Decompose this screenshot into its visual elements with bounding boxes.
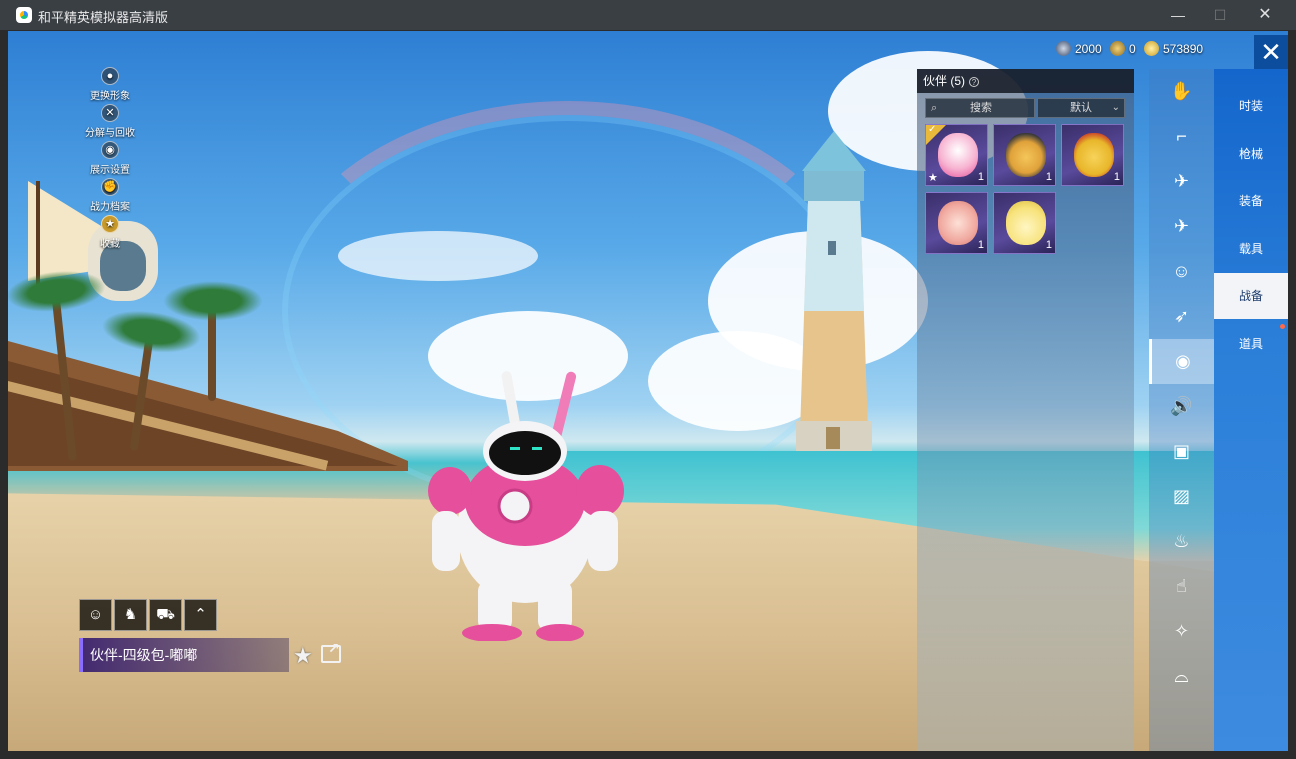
rail-hat-icon[interactable]: ⌓ [1149,654,1214,699]
tab-vehicles[interactable]: 载具 [1214,226,1288,272]
chevron-down-icon: ⌄ [1111,102,1120,113]
rail-drone-icon[interactable]: ✈ [1149,159,1214,204]
rail-glider-icon[interactable]: ➶ [1149,294,1214,339]
coin-icon [1056,41,1071,56]
user-icon: ● [101,67,119,85]
fist-icon: ✊ [101,178,119,196]
companion-thumbnail [1006,133,1046,177]
notification-dot [1280,324,1285,329]
display-settings-button[interactable]: ◉ 展示设置 [70,141,150,179]
rail-rifle-icon[interactable]: ⌐ [1149,114,1214,159]
share-icon[interactable] [321,640,341,663]
rail-speaker-icon[interactable]: 🔊 [1149,384,1214,429]
emote-button[interactable]: ☺ [79,599,112,631]
help-icon[interactable]: ? [969,77,980,87]
power-archive-button[interactable]: ✊ 战力档案 [70,178,150,216]
minimize-button[interactable]: — [1155,0,1201,30]
inventory-item-card[interactable]: 1 [1061,124,1124,186]
companion-thumbnail [938,201,978,245]
rail-gallery-icon[interactable]: ▨ [1149,474,1214,519]
equipped-check-icon [926,124,946,145]
left-menu-label: 收藏 [100,239,120,250]
tab-fashion[interactable]: 时装 [1214,83,1288,129]
left-menu-label: 分解与回收 [85,128,135,139]
currency-gold: 573890 [1144,40,1203,58]
rail-face-icon[interactable]: ☺ [1149,249,1214,294]
tab-combat-gear[interactable]: 战备 [1214,273,1288,319]
star-icon: ★ [928,172,938,184]
tab-weapons[interactable]: 枪械 [1214,131,1288,177]
palm-tree [163,281,263,401]
lighthouse [796,131,872,451]
sort-label: 默认 [1070,102,1092,114]
left-menu-label: 更换形象 [90,91,130,102]
inventory-item-card[interactable]: 1 [925,192,988,254]
rail-companion-icon[interactable]: ◉ [1149,339,1214,384]
item-quantity: 1 [977,239,984,251]
left-menu-label: 展示设置 [90,165,130,176]
rail-sparkle-icon[interactable]: ✧ [1149,609,1214,654]
expand-up-button[interactable]: ⌃ [184,599,217,631]
window-close-button[interactable]: ✕ [1242,0,1288,30]
item-quantity: 1 [977,171,984,183]
search-placeholder: 搜索 [970,102,992,114]
item-quantity: 1 [1045,239,1052,251]
inventory-item-card[interactable]: ★ 1 [925,124,988,186]
vehicle-button[interactable]: ⛟ [149,599,182,631]
currency-value: 2000 [1075,42,1102,56]
item-quantity: 1 [1045,171,1052,183]
companion-robot-model [428,371,624,641]
inventory-header: 伙伴 (5)? [917,69,1134,93]
collection-button[interactable]: ★ 收藏 [70,215,150,253]
category-rail: 时装 枪械 装备 载具 战备 道具 [1214,69,1288,751]
inventory-item-card[interactable]: 1 [993,192,1056,254]
medal-icon [1110,41,1125,56]
emulator-window: 和平精英模拟器高清版 — ☐ ✕ ● 更换形象 ✕ 分解与回收 ◉ 展示设置 ✊… [0,0,1296,759]
rail-plane-icon[interactable]: ✈ [1149,204,1214,249]
rail-extinguisher-icon[interactable]: ♨ [1149,519,1214,564]
companion-thumbnail [1006,201,1046,245]
maximize-button[interactable]: ☐ [1197,0,1243,30]
close-button[interactable]: ✕ [1254,35,1288,69]
selected-item-name: 伙伴-四级包-嘟嘟 [79,638,289,672]
favorite-star-icon[interactable]: ★ [293,643,313,669]
currency-coupon: 2000 [1056,40,1102,58]
tab-items-label: 道具 [1238,337,1263,351]
inventory-panel: 伙伴 (5)? ⌕ 搜索 默认 ⌄ ★ 1 1 1 [917,69,1134,751]
window-titlebar: 和平精英模拟器高清版 — ☐ ✕ [0,0,1296,30]
inventory-title: 伙伴 (5) [923,74,966,88]
app-logo-icon [16,7,32,23]
badge-icon: ★ [101,215,119,233]
rail-hand-icon[interactable]: ✋ [1149,69,1214,114]
pose-button[interactable]: ♞ [114,599,147,631]
left-menu-label: 战力档案 [90,202,130,213]
tool-icon: ✕ [101,104,119,122]
eye-icon: ◉ [101,141,119,159]
rail-tap-icon[interactable]: ☝ [1149,564,1214,609]
change-appearance-button[interactable]: ● 更换形象 [70,67,150,105]
window-title: 和平精英模拟器高清版 [38,10,169,25]
subcategory-icon-rail: ✋ ⌐ ✈ ✈ ☺ ➶ ◉ 🔊 ▣ ▨ ♨ ☝ ✧ ⌓ [1149,69,1214,751]
game-viewport: ● 更换形象 ✕ 分解与回收 ◉ 展示设置 ✊ 战力档案 ★ 收藏 ☺ ♞ ⛟ … [8,31,1288,751]
inventory-item-card[interactable]: 1 [993,124,1056,186]
tab-equipment[interactable]: 装备 [1214,178,1288,224]
gold-icon [1144,41,1159,56]
tab-items[interactable]: 道具 [1214,321,1288,367]
search-input[interactable]: ⌕ 搜索 [925,98,1035,118]
decompose-recycle-button[interactable]: ✕ 分解与回收 [70,104,150,142]
currency-value: 573890 [1163,42,1204,56]
model-action-bar: ☺ ♞ ⛟ ⌃ [79,599,217,631]
sort-dropdown[interactable]: 默认 ⌄ [1037,98,1125,118]
item-quantity: 1 [1113,171,1120,183]
rail-card-icon[interactable]: ▣ [1149,429,1214,474]
currency-value: 0 [1129,42,1136,56]
companion-thumbnail [1074,133,1114,177]
currency-medal: 0 [1110,40,1136,58]
